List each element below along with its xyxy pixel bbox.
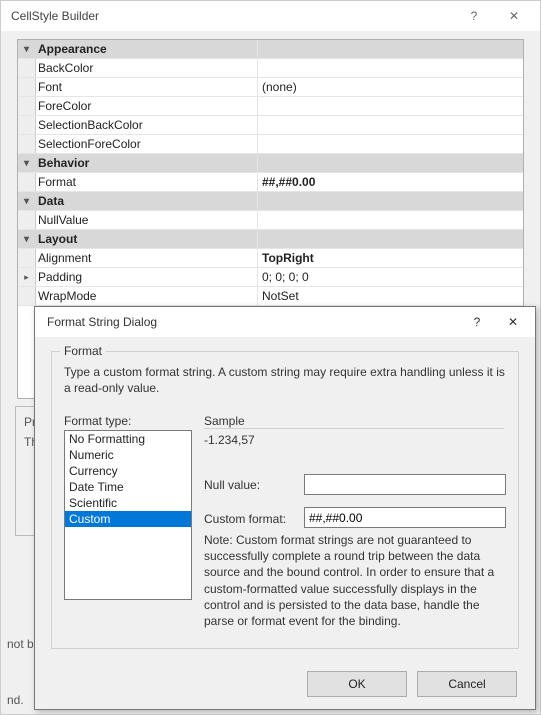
prop-row-format[interactable]: Format ##,##0.00	[18, 173, 523, 192]
format-description: Type a custom format string. A custom st…	[64, 364, 506, 396]
close-button[interactable]: ✕	[494, 1, 534, 31]
format-string-dialog: Format String Dialog ? ✕ Format Type a c…	[34, 306, 536, 710]
background-text-b: nd.	[7, 693, 24, 707]
close-icon: ✕	[509, 9, 519, 23]
dialog-button-row: OK Cancel	[307, 671, 517, 697]
list-item[interactable]: Numeric	[65, 447, 191, 463]
close-icon: ✕	[508, 315, 518, 329]
ok-button[interactable]: OK	[307, 671, 407, 697]
prop-row-selectionforecolor[interactable]: SelectionForeColor	[18, 135, 523, 154]
dialog-close-button[interactable]: ✕	[495, 307, 531, 337]
prop-row-font[interactable]: Font (none)	[18, 78, 523, 97]
prop-row-alignment[interactable]: Alignment TopRight	[18, 249, 523, 268]
format-groupbox: Format Type a custom format string. A cu…	[51, 351, 519, 649]
sample-value: -1.234,57	[204, 428, 504, 452]
null-value-label: Null value:	[204, 478, 260, 492]
help-button[interactable]: ?	[454, 1, 494, 31]
dialog-title: Format String Dialog	[47, 315, 459, 329]
format-note: Note: Custom format strings are not guar…	[204, 532, 510, 629]
prop-row-forecolor[interactable]: ForeColor	[18, 97, 523, 116]
groupbox-label: Format	[60, 344, 106, 358]
help-icon: ?	[471, 9, 478, 23]
list-item[interactable]: No Formatting	[65, 431, 191, 447]
list-item-selected[interactable]: Custom	[65, 511, 191, 527]
custom-format-label: Custom format:	[204, 512, 286, 526]
format-type-label: Format type:	[64, 414, 131, 428]
chevron-down-icon[interactable]: ▾	[18, 230, 36, 248]
main-window-title: CellStyle Builder	[11, 9, 454, 23]
chevron-down-icon[interactable]: ▾	[18, 40, 36, 58]
category-data[interactable]: ▾ Data	[18, 192, 523, 211]
cancel-button[interactable]: Cancel	[417, 671, 517, 697]
prop-row-padding[interactable]: ▸ Padding 0; 0; 0; 0	[18, 268, 523, 287]
chevron-right-icon[interactable]: ▸	[18, 268, 36, 286]
dialog-help-button[interactable]: ?	[459, 307, 495, 337]
list-item[interactable]: Scientific	[65, 495, 191, 511]
list-item[interactable]: Currency	[65, 463, 191, 479]
custom-format-input[interactable]	[304, 507, 506, 528]
prop-row-selectionbackcolor[interactable]: SelectionBackColor	[18, 116, 523, 135]
prop-row-backcolor[interactable]: BackColor	[18, 59, 523, 78]
chevron-down-icon[interactable]: ▾	[18, 154, 36, 172]
sample-label: Sample	[204, 414, 245, 428]
category-behavior[interactable]: ▾ Behavior	[18, 154, 523, 173]
null-value-input[interactable]	[304, 474, 506, 495]
list-item[interactable]: Date Time	[65, 479, 191, 495]
category-appearance[interactable]: ▾ Appearance	[18, 40, 523, 59]
category-layout[interactable]: ▾ Layout	[18, 230, 523, 249]
chevron-down-icon[interactable]: ▾	[18, 192, 36, 210]
help-icon: ?	[474, 315, 481, 329]
format-type-listbox[interactable]: No Formatting Numeric Currency Date Time…	[64, 430, 192, 600]
main-titlebar: CellStyle Builder ? ✕	[1, 1, 540, 31]
dialog-titlebar: Format String Dialog ? ✕	[35, 307, 535, 337]
prop-row-wrapmode[interactable]: WrapMode NotSet	[18, 287, 523, 306]
prop-row-nullvalue[interactable]: NullValue	[18, 211, 523, 230]
